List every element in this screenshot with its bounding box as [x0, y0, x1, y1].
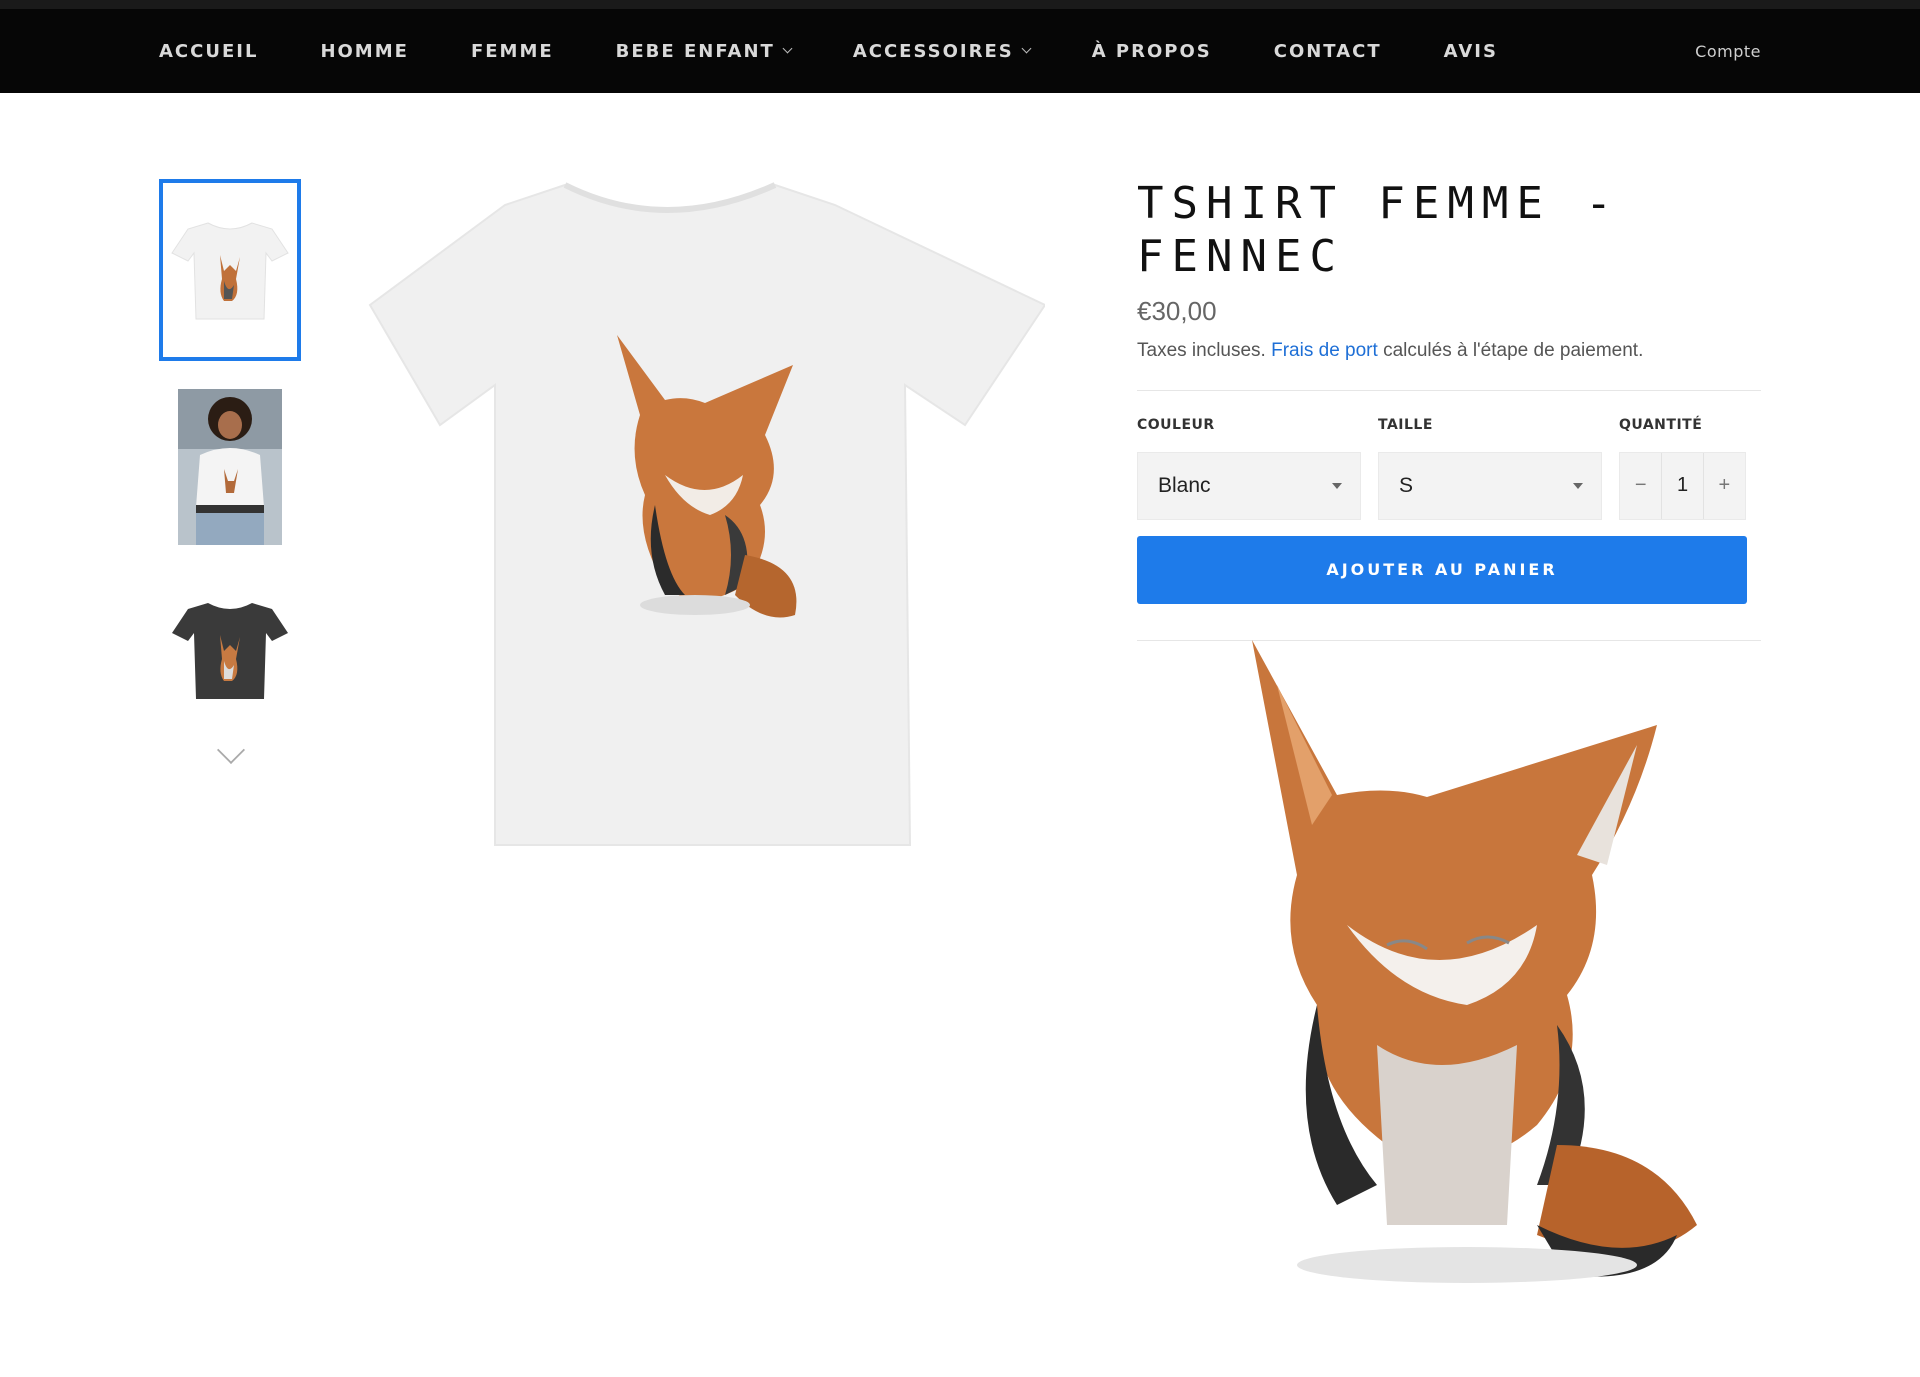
nav-item-avis[interactable]: AVIS	[1444, 41, 1498, 62]
nav-item-label: HOMME	[320, 40, 409, 62]
nav-item-femme[interactable]: FEMME	[471, 41, 554, 62]
size-select[interactable]: S	[1378, 451, 1602, 520]
thumbnail-white-tshirt[interactable]	[159, 179, 301, 361]
tax-info: Taxes incluses. Frais de port calculés à…	[1137, 340, 1761, 362]
nav-item-label: ACCUEIL	[159, 40, 259, 62]
thumbnail-model-photo[interactable]	[159, 376, 301, 558]
divider	[1137, 389, 1761, 391]
main-nav: ACCUEIL HOMME FEMME BEBE ENFANT ACCESSOI…	[159, 9, 1560, 93]
nav-item-label: CONTACT	[1273, 40, 1382, 62]
quantity-input[interactable]: 1	[1661, 452, 1704, 519]
nav-item-homme[interactable]: HOMME	[320, 41, 409, 62]
nav-item-contact[interactable]: CONTACT	[1274, 41, 1382, 62]
nav-item-accueil[interactable]: ACCUEIL	[159, 41, 258, 62]
white-tshirt-fox-image	[368, 182, 1047, 846]
quantity-group: QUANTITÉ − 1 +	[1619, 417, 1746, 520]
chevron-down-icon	[1021, 43, 1032, 54]
product-description-artwork	[1137, 625, 1747, 1325]
nav-item-accessoires[interactable]: ACCESSOIRES	[852, 40, 1032, 62]
black-tshirt-fox-thumbnail	[172, 603, 288, 699]
nav-item-label: FEMME	[470, 40, 554, 62]
product-title: TSHIRT FEMME - FENNEC	[1137, 178, 1620, 282]
caret-down-icon	[1332, 482, 1342, 489]
top-navigation-bar: ACCUEIL HOMME FEMME BEBE ENFANT ACCESSOI…	[0, 0, 1920, 93]
quantity-increase-button[interactable]: +	[1704, 453, 1745, 519]
nav-item-bebe-enfant[interactable]: BEBE ENFANT	[615, 40, 793, 62]
product-price: €30,00	[1137, 295, 1217, 326]
add-to-cart-button[interactable]: AJOUTER AU PANIER	[1137, 535, 1747, 604]
shipping-link[interactable]: Frais de port	[1271, 340, 1378, 361]
tax-prefix: Taxes incluses.	[1137, 339, 1266, 361]
quantity-stepper: − 1 +	[1619, 451, 1746, 520]
fennec-illustration	[1252, 640, 1697, 1283]
nav-item-label: ACCESSOIRES	[852, 40, 1014, 62]
account-link[interactable]: Compte	[1695, 9, 1761, 93]
nav-item-a-propos[interactable]: À PROPOS	[1092, 41, 1212, 62]
model-wearing-tshirt-thumbnail	[178, 389, 282, 545]
thumbnail-black-tshirt[interactable]	[159, 559, 301, 741]
color-value: Blanc	[1158, 473, 1211, 497]
main-product-image[interactable]	[365, 175, 1047, 855]
nav-item-label: AVIS	[1443, 40, 1498, 62]
quantity-decrease-button[interactable]: −	[1620, 453, 1661, 519]
nav-item-label: À PROPOS	[1091, 40, 1212, 62]
color-group: COULEUR Blanc	[1137, 417, 1361, 520]
tax-suffix: calculés à l'étape de paiement.	[1383, 339, 1644, 361]
nav-item-label: BEBE ENFANT	[615, 40, 775, 62]
color-label: COULEUR	[1137, 416, 1215, 433]
white-tshirt-fox-thumbnail	[171, 222, 289, 320]
caret-down-icon	[1573, 482, 1583, 489]
thumbnails-scroll-down-button[interactable]	[217, 739, 243, 765]
chevron-down-icon	[782, 43, 793, 54]
quantity-label: QUANTITÉ	[1619, 416, 1703, 433]
size-group: TAILLE S	[1378, 417, 1602, 520]
product-info: TSHIRT FEMME - FENNEC €30,00 Taxes inclu…	[1137, 178, 1761, 641]
color-select[interactable]: Blanc	[1137, 451, 1361, 520]
size-value: S	[1399, 473, 1414, 497]
size-label: TAILLE	[1378, 416, 1433, 433]
variant-selectors: COULEUR Blanc TAILLE S QUANTITÉ − 1 +	[1137, 417, 1761, 520]
